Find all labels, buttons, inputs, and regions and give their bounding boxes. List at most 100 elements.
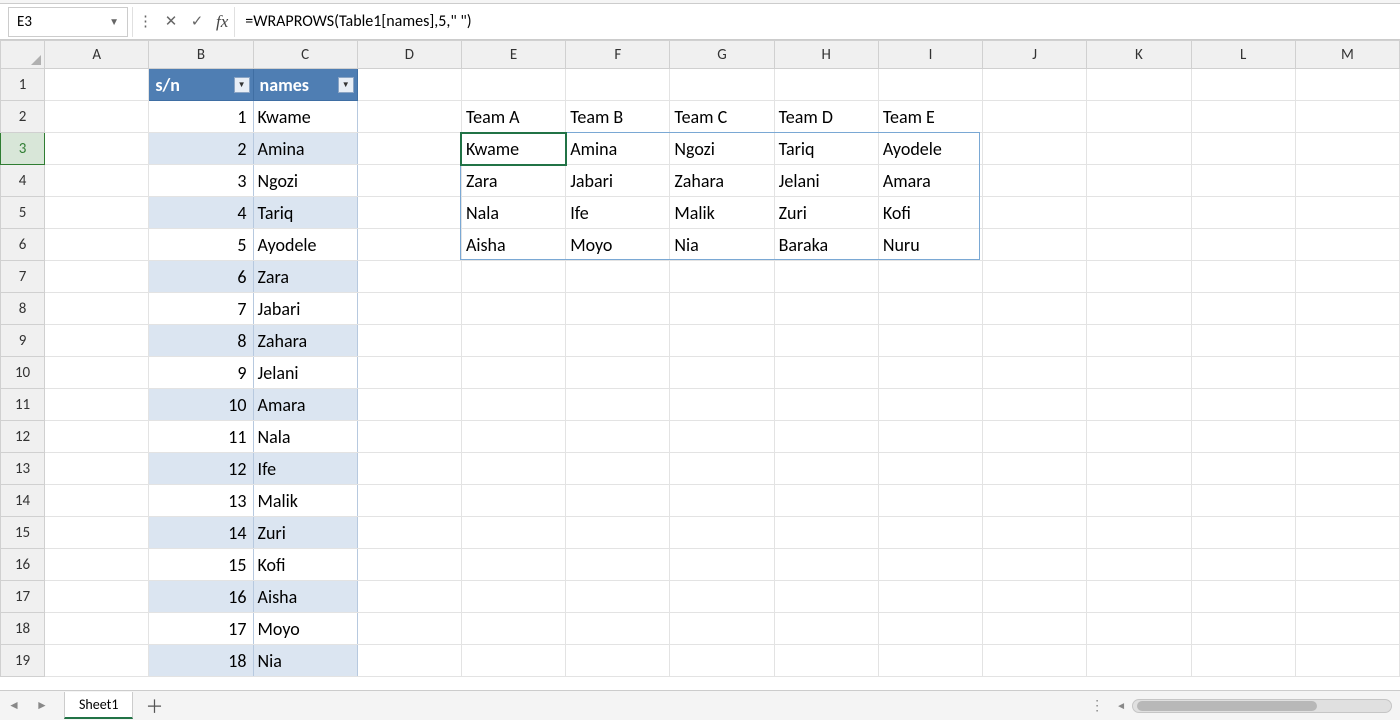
cell-D18[interactable] bbox=[357, 613, 461, 645]
cell-I14[interactable] bbox=[878, 485, 982, 517]
cell-L13[interactable] bbox=[1191, 453, 1295, 485]
cell-E2[interactable]: Team A bbox=[461, 101, 565, 133]
cell-E3[interactable]: Kwame bbox=[461, 133, 565, 165]
cell-J14[interactable] bbox=[983, 485, 1087, 517]
cell-L1[interactable] bbox=[1191, 69, 1295, 101]
cell-B18[interactable]: 17 bbox=[149, 613, 253, 645]
column-header-E[interactable]: E bbox=[461, 41, 565, 69]
cell-K6[interactable] bbox=[1087, 229, 1191, 261]
cell-G2[interactable]: Team C bbox=[670, 101, 774, 133]
cell-F11[interactable] bbox=[566, 389, 670, 421]
cell-J6[interactable] bbox=[983, 229, 1087, 261]
cell-D9[interactable] bbox=[357, 325, 461, 357]
cell-J15[interactable] bbox=[983, 517, 1087, 549]
cell-I18[interactable] bbox=[878, 613, 982, 645]
cell-G18[interactable] bbox=[670, 613, 774, 645]
column-header-D[interactable]: D bbox=[357, 41, 461, 69]
cell-I16[interactable] bbox=[878, 549, 982, 581]
cell-E7[interactable] bbox=[461, 261, 565, 293]
cell-E10[interactable] bbox=[461, 357, 565, 389]
cell-K9[interactable] bbox=[1087, 325, 1191, 357]
cell-F12[interactable] bbox=[566, 421, 670, 453]
cell-E8[interactable] bbox=[461, 293, 565, 325]
cell-F6[interactable]: Moyo bbox=[566, 229, 670, 261]
cell-B9[interactable]: 8 bbox=[149, 325, 253, 357]
cell-H17[interactable] bbox=[774, 581, 878, 613]
cell-E1[interactable] bbox=[461, 69, 565, 101]
cell-H11[interactable] bbox=[774, 389, 878, 421]
cell-M10[interactable] bbox=[1295, 357, 1399, 389]
cell-G19[interactable] bbox=[670, 645, 774, 677]
cell-D12[interactable] bbox=[357, 421, 461, 453]
spreadsheet-grid[interactable]: ABCDEFGHIJKLM1s/n▼names▼21KwameTeam ATea… bbox=[0, 40, 1400, 690]
cell-J3[interactable] bbox=[983, 133, 1087, 165]
cell-I11[interactable] bbox=[878, 389, 982, 421]
cell-J7[interactable] bbox=[983, 261, 1087, 293]
cell-A10[interactable] bbox=[45, 357, 149, 389]
cell-J2[interactable] bbox=[983, 101, 1087, 133]
cell-C6[interactable]: Ayodele bbox=[253, 229, 357, 261]
row-header-2[interactable]: 2 bbox=[1, 101, 45, 133]
cell-M17[interactable] bbox=[1295, 581, 1399, 613]
cell-E15[interactable] bbox=[461, 517, 565, 549]
row-header-1[interactable]: 1 bbox=[1, 69, 45, 101]
cell-H9[interactable] bbox=[774, 325, 878, 357]
cell-D8[interactable] bbox=[357, 293, 461, 325]
cell-D4[interactable] bbox=[357, 165, 461, 197]
cell-A1[interactable] bbox=[45, 69, 149, 101]
cell-H18[interactable] bbox=[774, 613, 878, 645]
cell-B10[interactable]: 9 bbox=[149, 357, 253, 389]
cell-B1[interactable]: s/n▼ bbox=[149, 69, 253, 101]
cell-B4[interactable]: 3 bbox=[149, 165, 253, 197]
cell-J5[interactable] bbox=[983, 197, 1087, 229]
cell-L8[interactable] bbox=[1191, 293, 1295, 325]
cell-L3[interactable] bbox=[1191, 133, 1295, 165]
cell-H1[interactable] bbox=[774, 69, 878, 101]
cell-K4[interactable] bbox=[1087, 165, 1191, 197]
cell-E16[interactable] bbox=[461, 549, 565, 581]
cell-I17[interactable] bbox=[878, 581, 982, 613]
cell-K12[interactable] bbox=[1087, 421, 1191, 453]
cell-D13[interactable] bbox=[357, 453, 461, 485]
row-header-16[interactable]: 16 bbox=[1, 549, 45, 581]
cell-L11[interactable] bbox=[1191, 389, 1295, 421]
cell-H7[interactable] bbox=[774, 261, 878, 293]
cell-G7[interactable] bbox=[670, 261, 774, 293]
cell-D1[interactable] bbox=[357, 69, 461, 101]
cell-G14[interactable] bbox=[670, 485, 774, 517]
cell-G10[interactable] bbox=[670, 357, 774, 389]
cell-M5[interactable] bbox=[1295, 197, 1399, 229]
cell-H5[interactable]: Zuri bbox=[774, 197, 878, 229]
cell-C11[interactable]: Amara bbox=[253, 389, 357, 421]
cell-D2[interactable] bbox=[357, 101, 461, 133]
cell-I19[interactable] bbox=[878, 645, 982, 677]
cell-E5[interactable]: Nala bbox=[461, 197, 565, 229]
cell-M8[interactable] bbox=[1295, 293, 1399, 325]
cell-A6[interactable] bbox=[45, 229, 149, 261]
cell-G16[interactable] bbox=[670, 549, 774, 581]
cell-L5[interactable] bbox=[1191, 197, 1295, 229]
cell-E9[interactable] bbox=[461, 325, 565, 357]
cell-A7[interactable] bbox=[45, 261, 149, 293]
sheet-tab[interactable]: Sheet1 bbox=[64, 692, 133, 719]
cell-M16[interactable] bbox=[1295, 549, 1399, 581]
cell-D10[interactable] bbox=[357, 357, 461, 389]
cell-C17[interactable]: Aisha bbox=[253, 581, 357, 613]
horizontal-scrollbar[interactable] bbox=[1132, 699, 1392, 713]
cell-L12[interactable] bbox=[1191, 421, 1295, 453]
cell-J11[interactable] bbox=[983, 389, 1087, 421]
cell-B6[interactable]: 5 bbox=[149, 229, 253, 261]
cell-J10[interactable] bbox=[983, 357, 1087, 389]
cell-M9[interactable] bbox=[1295, 325, 1399, 357]
cell-M15[interactable] bbox=[1295, 517, 1399, 549]
row-header-6[interactable]: 6 bbox=[1, 229, 45, 261]
cell-G1[interactable] bbox=[670, 69, 774, 101]
cell-K16[interactable] bbox=[1087, 549, 1191, 581]
cell-M1[interactable] bbox=[1295, 69, 1399, 101]
cell-A16[interactable] bbox=[45, 549, 149, 581]
cell-L6[interactable] bbox=[1191, 229, 1295, 261]
cell-L2[interactable] bbox=[1191, 101, 1295, 133]
cell-C2[interactable]: Kwame bbox=[253, 101, 357, 133]
cell-I2[interactable]: Team E bbox=[878, 101, 982, 133]
cell-E4[interactable]: Zara bbox=[461, 165, 565, 197]
